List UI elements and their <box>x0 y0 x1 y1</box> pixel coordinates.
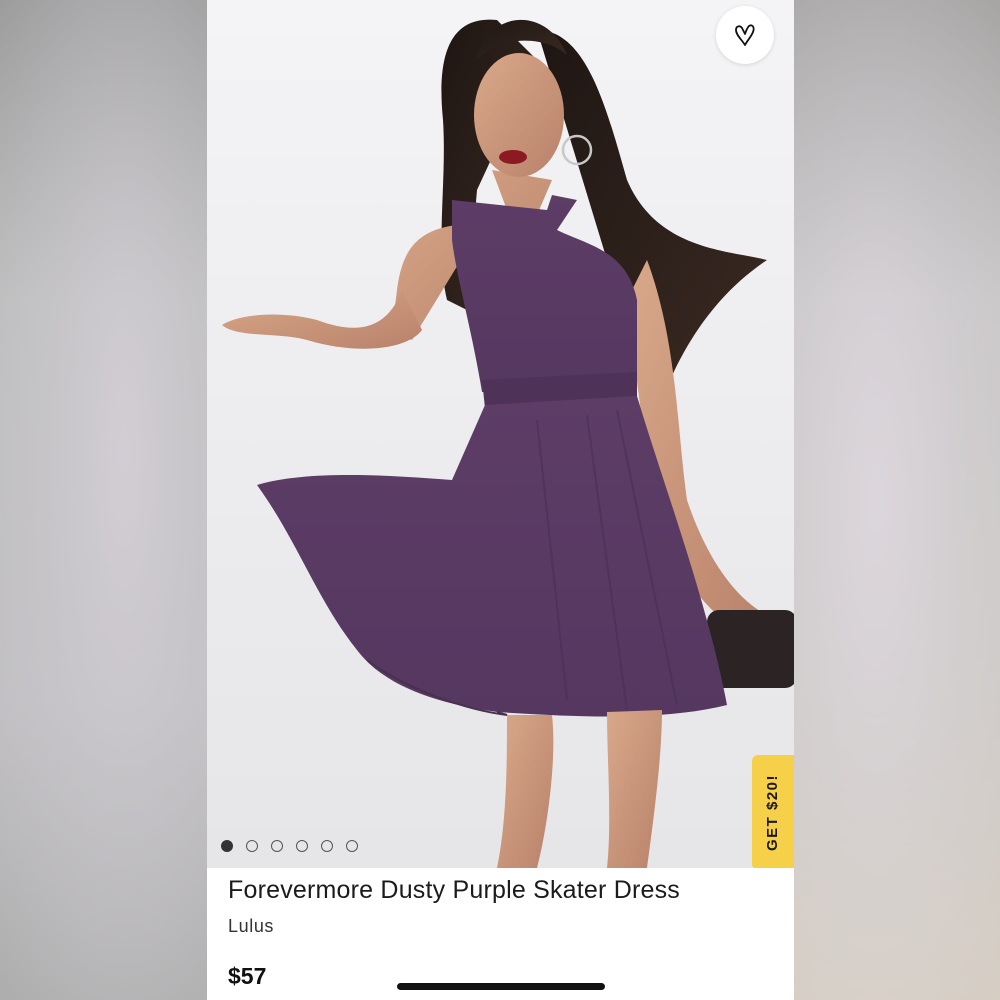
carousel-pagination <box>221 840 358 852</box>
carousel-dot[interactable] <box>246 840 258 852</box>
home-indicator <box>397 983 605 990</box>
carousel-dot[interactable] <box>346 840 358 852</box>
carousel-dot[interactable] <box>221 840 233 852</box>
promo-get-20-tab[interactable]: GET $20! <box>752 755 794 868</box>
product-brand-link[interactable]: Lulus <box>228 916 274 937</box>
blurred-background-right <box>793 0 1000 1000</box>
product-image-carousel[interactable]: GET $20! <box>207 0 794 868</box>
carousel-dot[interactable] <box>321 840 333 852</box>
product-title: Forevermore Dusty Purple Skater Dress <box>228 876 680 904</box>
product-info: Forevermore Dusty Purple Skater Dress Lu… <box>207 868 794 1000</box>
blurred-background-left <box>0 0 207 1000</box>
product-price: $57 <box>228 963 267 989</box>
carousel-dot[interactable] <box>271 840 283 852</box>
promo-label: GET $20! <box>764 773 782 852</box>
heart-outline-icon <box>735 24 755 46</box>
product-detail-screen: GET $20! Forevermore Dusty Purple Skater… <box>207 0 794 1000</box>
carousel-dot[interactable] <box>296 840 308 852</box>
product-photo <box>222 19 794 868</box>
favorite-button[interactable] <box>716 6 774 64</box>
